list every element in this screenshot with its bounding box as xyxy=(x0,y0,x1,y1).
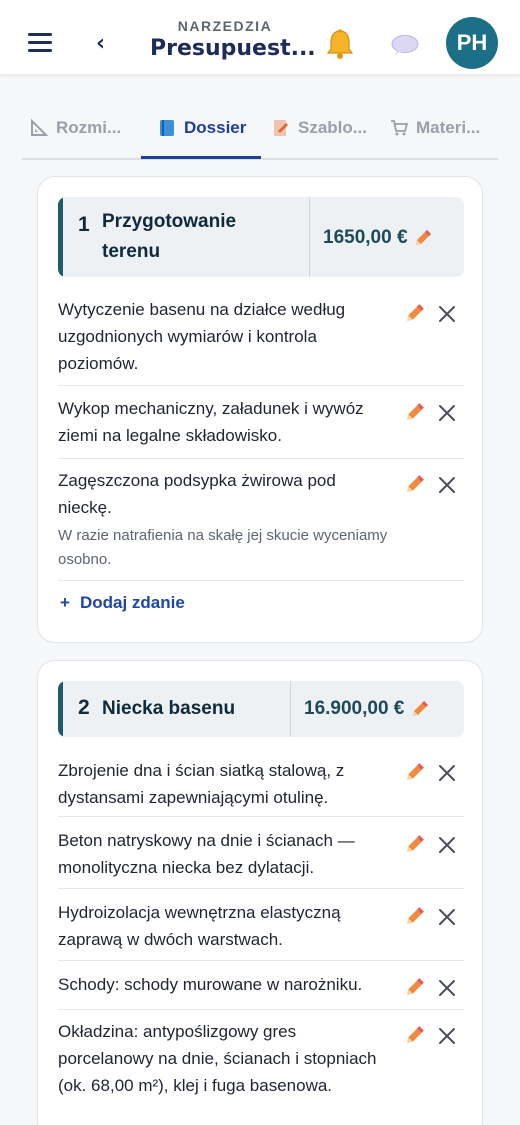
pencil-icon[interactable] xyxy=(404,1024,426,1046)
section-price-value: 16.900,00 € xyxy=(304,698,405,719)
active-tab-indicator xyxy=(141,156,261,159)
close-icon[interactable] xyxy=(438,404,456,422)
section-title-line: Przygotowanie xyxy=(102,211,237,232)
pencil-icon[interactable] xyxy=(404,833,426,855)
section-accent-bar xyxy=(58,681,63,737)
item-text: Zbrojenie dna i ścian siatką stalową, z … xyxy=(58,761,345,807)
list-item: Okładzina: antypoślizgowy gres porcelano… xyxy=(58,1018,464,1125)
close-icon[interactable] xyxy=(438,305,456,323)
list-item: Wykop mechaniczny, załadunek i wywóz zie… xyxy=(58,395,464,449)
item-text: Schody: schody murowane w narożniku. xyxy=(58,975,363,994)
item-text: Wykop mechaniczny, załadunek i wywóz zie… xyxy=(58,399,364,445)
tab-label: Rozmi... xyxy=(56,118,122,137)
item-divider xyxy=(58,1009,464,1010)
pencil-icon[interactable] xyxy=(404,905,426,927)
item-divider xyxy=(58,816,464,817)
pencil-icon[interactable] xyxy=(404,473,426,495)
page-kicker: NARZEDZIA xyxy=(177,18,273,34)
section-accent-bar xyxy=(58,197,63,277)
pencil-icon[interactable] xyxy=(404,761,426,783)
section-header: 2 Niecka basenu 16.900,00 € xyxy=(58,681,464,737)
tab-materialy[interactable]: Materi... xyxy=(390,118,480,158)
pencil-icon[interactable] xyxy=(404,976,426,998)
tab-label: Dossier xyxy=(184,118,247,137)
section-divider xyxy=(309,197,310,277)
item-divider xyxy=(58,458,464,459)
tab-szablony[interactable]: Szablo... xyxy=(272,118,367,158)
list-item: Zbrojenie dna i ścian siatką stalową, z … xyxy=(58,757,464,811)
cart-icon xyxy=(391,120,408,136)
back-chevron-icon[interactable]: ‹ xyxy=(96,33,105,55)
close-icon[interactable] xyxy=(438,476,456,494)
pencil-icon[interactable] xyxy=(404,401,426,423)
close-icon[interactable] xyxy=(438,836,456,854)
tab-label: Materi... xyxy=(416,118,481,137)
list-item: Beton natryskowy na dnie i ścianach — mo… xyxy=(58,827,464,881)
item-divider xyxy=(58,580,464,581)
item-divider xyxy=(58,960,464,961)
section-card: 2 Niecka basenu 16.900,00 € Zbrojenie dn… xyxy=(37,660,483,1125)
item-text: Zagęszczona podsypka żwirowa pod nieckę. xyxy=(58,471,336,517)
tab-bar: Rozmi... Dossier Szablo... Materi... xyxy=(22,118,498,160)
section-price[interactable]: 1650,00 € xyxy=(323,227,433,249)
close-icon[interactable] xyxy=(438,979,456,997)
chat-bubble-icon[interactable] xyxy=(391,34,419,56)
app-header: ‹ NARZEDZIA Presupuest... PH xyxy=(0,0,520,74)
section-price-value: 1650,00 € xyxy=(323,227,408,248)
ruler-icon xyxy=(31,119,48,136)
page-title-block: NARZEDZIA Presupuest... xyxy=(150,18,316,61)
add-sentence-label: Dodaj zdanie xyxy=(79,593,185,612)
item-text: Hydroizolacja wewnętrzna elastyczną zapr… xyxy=(58,903,341,949)
section-number: 2 xyxy=(78,696,90,719)
item-note: W razie natrafienia na skałę jej skucie … xyxy=(58,527,388,568)
pencil-icon[interactable] xyxy=(413,228,433,248)
item-text: Okładzina: antypoślizgowy gres porcelano… xyxy=(58,1022,377,1095)
tab-dossier[interactable]: Dossier xyxy=(158,118,246,158)
section-price[interactable]: 16.900,00 € xyxy=(304,698,430,720)
close-icon[interactable] xyxy=(438,1027,456,1045)
tab-rozmiary[interactable]: Rozmi... xyxy=(30,118,121,158)
item-divider xyxy=(58,385,464,386)
item-text: Beton natryskowy na dnie i ścianach — mo… xyxy=(58,831,355,877)
section-divider xyxy=(290,681,291,737)
bell-icon[interactable] xyxy=(325,28,355,60)
add-sentence-button[interactable]: + Dodaj zdanie xyxy=(60,593,185,613)
item-text: Wytyczenie basenu na działce według uzgo… xyxy=(58,300,346,373)
list-item: Hydroizolacja wewnętrzna elastyczną zapr… xyxy=(58,899,464,953)
section-title-line: terenu xyxy=(102,241,161,262)
section-number: 1 xyxy=(78,213,90,236)
tab-label: Szablo... xyxy=(298,118,367,137)
section-header: 1 Przygotowanie terenu 1650,00 € xyxy=(58,197,464,277)
page-title: Presupuest... xyxy=(150,36,316,61)
menu-icon[interactable] xyxy=(28,33,52,53)
user-avatar[interactable]: PH xyxy=(446,17,498,69)
pencil-icon[interactable] xyxy=(404,302,426,324)
list-item: Wytyczenie basenu na działce według uzgo… xyxy=(58,296,464,376)
section-card: 1 Przygotowanie terenu 1650,00 € Wytycze… xyxy=(37,176,483,643)
pencil-icon[interactable] xyxy=(410,699,430,719)
book-icon xyxy=(160,120,174,136)
list-item: Zagęszczona podsypka żwirowa pod nieckę.… xyxy=(58,467,464,575)
close-icon[interactable] xyxy=(438,908,456,926)
plus-icon: + xyxy=(60,593,70,612)
section-title: Niecka basenu xyxy=(102,698,236,719)
list-item: Schody: schody murowane w narożniku. xyxy=(58,971,464,1001)
section-title: Przygotowanie terenu xyxy=(102,207,236,267)
item-divider xyxy=(58,888,464,889)
template-icon xyxy=(274,120,288,136)
close-icon[interactable] xyxy=(438,764,456,782)
